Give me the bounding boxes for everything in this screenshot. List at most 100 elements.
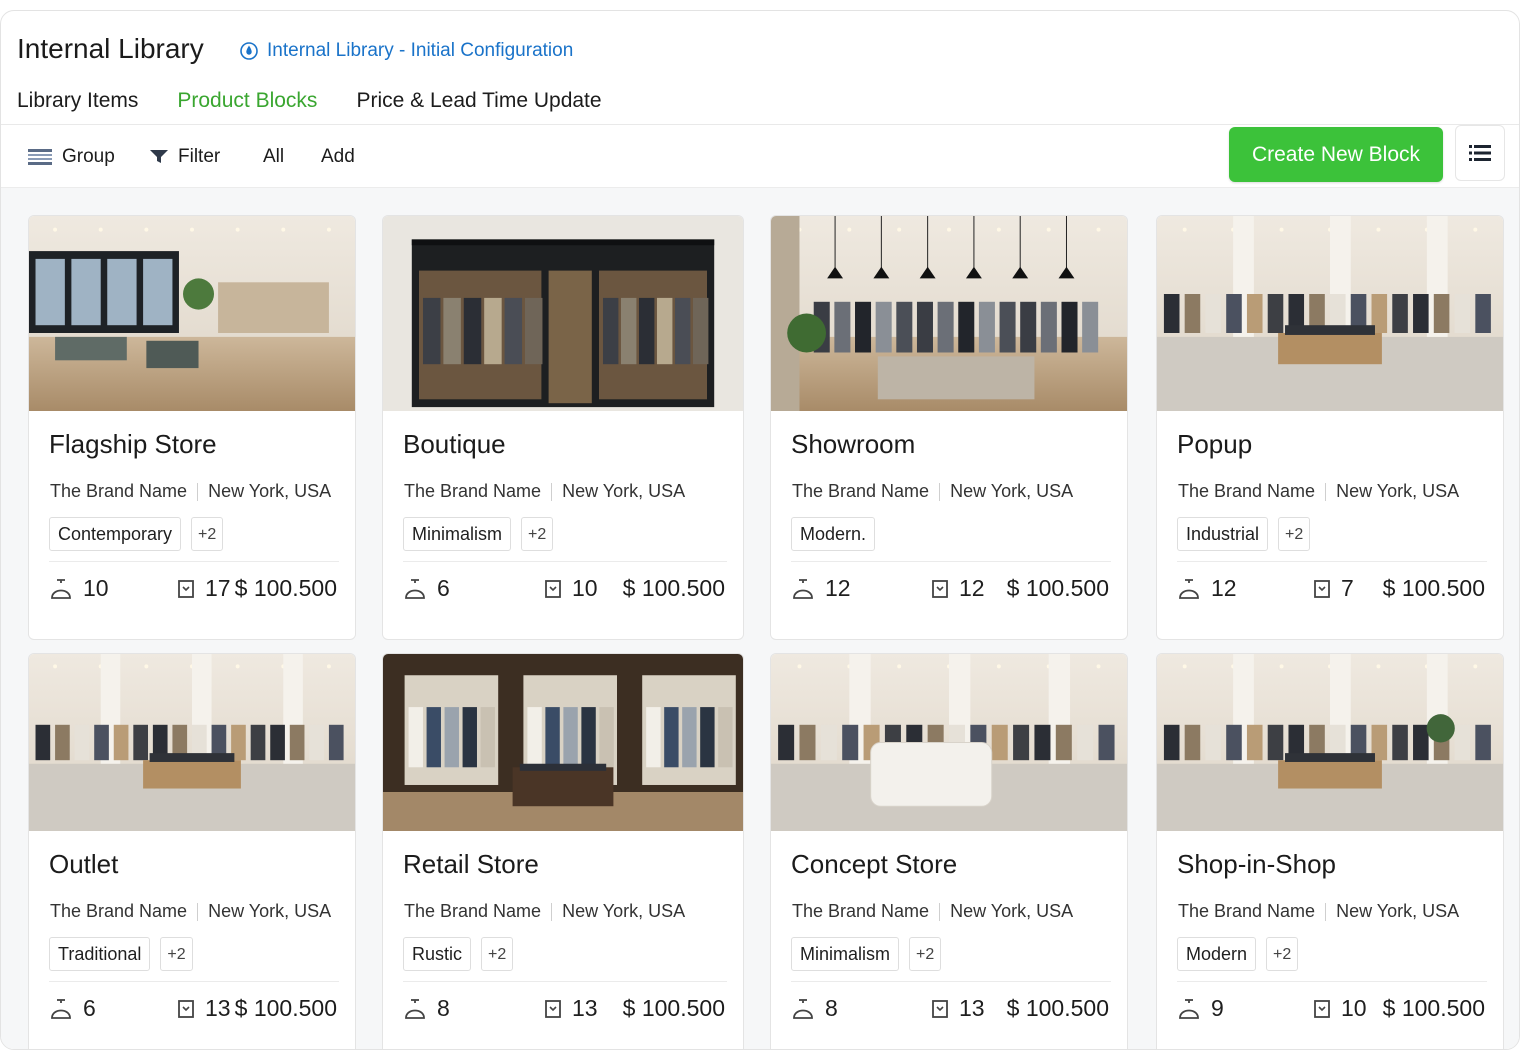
block-name: Shop-in-Shop [1177, 849, 1336, 879]
style-tags: Minimalism +2 [403, 517, 554, 551]
stat-count-a: 9 [1177, 995, 1224, 1022]
count-b-value: 10 [1341, 995, 1367, 1021]
page-title: Internal Library [17, 33, 204, 64]
create-new-block-button[interactable]: Create New Block [1229, 127, 1443, 182]
more-tags-badge[interactable]: +2 [1278, 517, 1311, 551]
count-b-value: 7 [1341, 575, 1354, 601]
add-label: Add [321, 146, 355, 167]
block-card[interactable]: Boutique The Brand Name New York, USA Mi… [382, 215, 744, 640]
card-image [29, 216, 355, 411]
more-tags-badge[interactable]: +2 [521, 517, 554, 551]
count-a-value: 6 [83, 995, 96, 1021]
location: New York, USA [562, 901, 686, 921]
card-body: Outlet The Brand Name New York, USA Trad… [29, 831, 355, 1049]
bookmark-icon [178, 579, 194, 598]
stat-count-b: 12 [931, 575, 985, 602]
card-image [383, 654, 743, 831]
more-tags-badge[interactable]: +2 [1266, 937, 1299, 971]
style-tag[interactable]: Traditional [49, 937, 151, 971]
brand-name: The Brand Name [50, 901, 188, 921]
add-button[interactable]: Add [321, 146, 355, 168]
style-tag[interactable]: Industrial [1177, 517, 1269, 551]
dome-icon [1179, 578, 1199, 599]
dome-icon [793, 998, 813, 1019]
count-b-value: 10 [572, 575, 598, 601]
block-card[interactable]: Outlet The Brand Name New York, USA Trad… [28, 653, 356, 1049]
card-divider [791, 981, 1111, 982]
block-name: Concept Store [791, 849, 958, 879]
all-label: All [263, 146, 285, 167]
tab-library-items[interactable]: Library Items [17, 89, 138, 113]
block-name: Boutique [403, 429, 506, 459]
all-button[interactable]: All [263, 146, 284, 168]
brand-name: The Brand Name [404, 481, 542, 501]
card-body: Boutique The Brand Name New York, USA Mi… [383, 411, 743, 639]
location: New York, USA [1336, 901, 1460, 921]
stat-count-a: 12 [791, 575, 851, 602]
dome-icon [1179, 998, 1199, 1019]
store-photo [383, 216, 743, 411]
card-divider [403, 561, 727, 562]
meta-divider [551, 482, 553, 501]
count-b-value: 13 [959, 995, 985, 1021]
more-tags-badge[interactable]: +2 [191, 517, 224, 551]
meta-divider [197, 482, 199, 501]
more-tags-badge[interactable]: +2 [909, 937, 942, 971]
breadcrumb-link[interactable]: Internal Library - Initial Configuration [239, 40, 573, 62]
block-card[interactable]: Popup The Brand Name New York, USA Indus… [1156, 215, 1504, 640]
meta-divider [551, 902, 553, 921]
toolbar: Group Filter All Add Create New Block [1, 124, 1519, 188]
count-a-value: 10 [83, 575, 109, 601]
stat-count-b: 7 [1313, 575, 1354, 602]
style-tag[interactable]: Rustic [403, 937, 472, 971]
style-tag[interactable]: Contemporary [49, 517, 182, 551]
tab-price-lead-time[interactable]: Price & Lead Time Update [356, 89, 601, 113]
block-card[interactable]: Flagship Store The Brand Name New York, … [28, 215, 356, 640]
style-tags: Minimalism +2 [791, 937, 942, 971]
card-stats: 12 7 $ 100.500 [1177, 575, 1485, 607]
stat-count-a: 6 [403, 575, 450, 602]
count-a-value: 6 [437, 575, 450, 601]
block-price: $ 100.500 [1006, 575, 1109, 601]
style-tag[interactable]: Modern [1177, 937, 1257, 971]
store-photo [29, 654, 355, 831]
list-icon [1469, 145, 1491, 161]
block-card[interactable]: Retail Store The Brand Name New York, US… [382, 653, 744, 1049]
card-divider [49, 981, 339, 982]
tab-product-blocks[interactable]: Product Blocks [177, 89, 317, 113]
block-card[interactable]: Concept Store The Brand Name New York, U… [770, 653, 1128, 1049]
card-meta: The Brand Name New York, USA [1178, 481, 1459, 502]
count-b-value: 12 [959, 575, 985, 601]
meta-divider [939, 482, 941, 501]
bookmark-icon [932, 579, 948, 598]
style-tag[interactable]: Minimalism [403, 517, 511, 551]
block-card[interactable]: Showroom The Brand Name New York, USA Mo… [770, 215, 1128, 640]
dome-icon [793, 578, 813, 599]
block-card[interactable]: Shop-in-Shop The Brand Name New York, US… [1156, 653, 1504, 1049]
more-tags-badge[interactable]: +2 [160, 937, 193, 971]
block-price: $ 100.500 [234, 575, 337, 601]
filter-button[interactable]: Filter [150, 146, 220, 168]
meta-divider [1325, 482, 1327, 501]
page-header: Internal Library Internal Library - Init… [1, 11, 1519, 124]
store-photo [771, 216, 1127, 411]
stat-count-b: 17 [177, 575, 231, 602]
tab-bar: Library Items Product Blocks Price & Lea… [17, 89, 602, 113]
style-tag[interactable]: Modern. [791, 517, 876, 551]
style-tags: Rustic +2 [403, 937, 514, 971]
dome-icon [51, 998, 71, 1019]
group-button[interactable]: Group [28, 146, 115, 168]
brand-name: The Brand Name [1178, 481, 1316, 501]
list-view-button[interactable] [1455, 125, 1505, 181]
card-divider [1177, 561, 1487, 562]
style-tag[interactable]: Minimalism [791, 937, 899, 971]
card-image [771, 216, 1127, 411]
more-tags-badge[interactable]: +2 [481, 937, 514, 971]
card-stats: 9 10 $ 100.500 [1177, 995, 1485, 1027]
bookmark-icon [178, 999, 194, 1018]
count-b-value: 17 [205, 575, 231, 601]
location: New York, USA [562, 481, 686, 501]
dome-icon [51, 578, 71, 599]
card-divider [791, 561, 1111, 562]
stat-count-b: 13 [931, 995, 985, 1022]
